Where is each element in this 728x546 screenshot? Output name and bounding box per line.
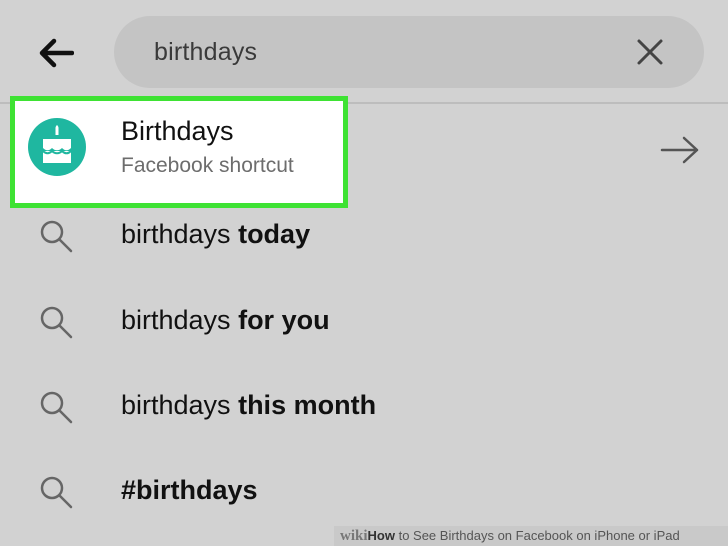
watermark-how: How — [367, 528, 395, 543]
birthdays-shortcut-row[interactable] — [0, 104, 728, 196]
clear-icon — [637, 39, 663, 65]
list-item[interactable]: birthdays today — [0, 192, 728, 276]
search-icon — [40, 220, 73, 253]
suggestion-completion: this month — [238, 390, 377, 420]
cake-icon — [28, 118, 86, 176]
list-item[interactable]: birthdays this month — [0, 363, 728, 447]
search-icon — [40, 476, 73, 509]
suggestion-prefix: birthdays — [121, 219, 231, 249]
search-icon — [40, 306, 73, 339]
search-icon — [40, 391, 73, 424]
suggestion-completion: #birthdays — [121, 475, 258, 505]
top-bar: birthdays — [0, 0, 728, 104]
back-button[interactable] — [30, 30, 82, 76]
suggestion-prefix: birthdays — [121, 305, 231, 335]
suggestion-text: #birthdays — [121, 448, 258, 532]
forward-arrow-icon — [660, 136, 699, 164]
shortcut-subtitle: Facebook shortcut — [121, 154, 294, 177]
list-item[interactable]: birthdays for you — [0, 278, 728, 362]
list-item[interactable]: #birthdays — [0, 448, 728, 532]
suggestion-text: birthdays for you — [121, 278, 330, 362]
search-field[interactable]: birthdays — [114, 16, 704, 88]
suggestion-completion: today — [238, 219, 311, 249]
back-arrow-icon — [39, 38, 74, 68]
watermark: wikiHow to See Birthdays on Facebook on … — [334, 526, 728, 546]
watermark-wiki: wiki — [340, 528, 368, 544]
clear-search-button[interactable] — [636, 38, 664, 66]
open-shortcut-button[interactable] — [660, 134, 700, 166]
search-input[interactable]: birthdays — [154, 16, 257, 88]
watermark-text: to See Birthdays on Facebook on iPhone o… — [394, 528, 680, 543]
shortcut-title: Birthdays — [121, 116, 234, 146]
suggestion-text: birthdays this month — [121, 363, 376, 447]
suggestion-prefix: birthdays — [121, 390, 231, 420]
suggestion-completion: for you — [238, 305, 330, 335]
suggestion-text: birthdays today — [121, 192, 310, 276]
